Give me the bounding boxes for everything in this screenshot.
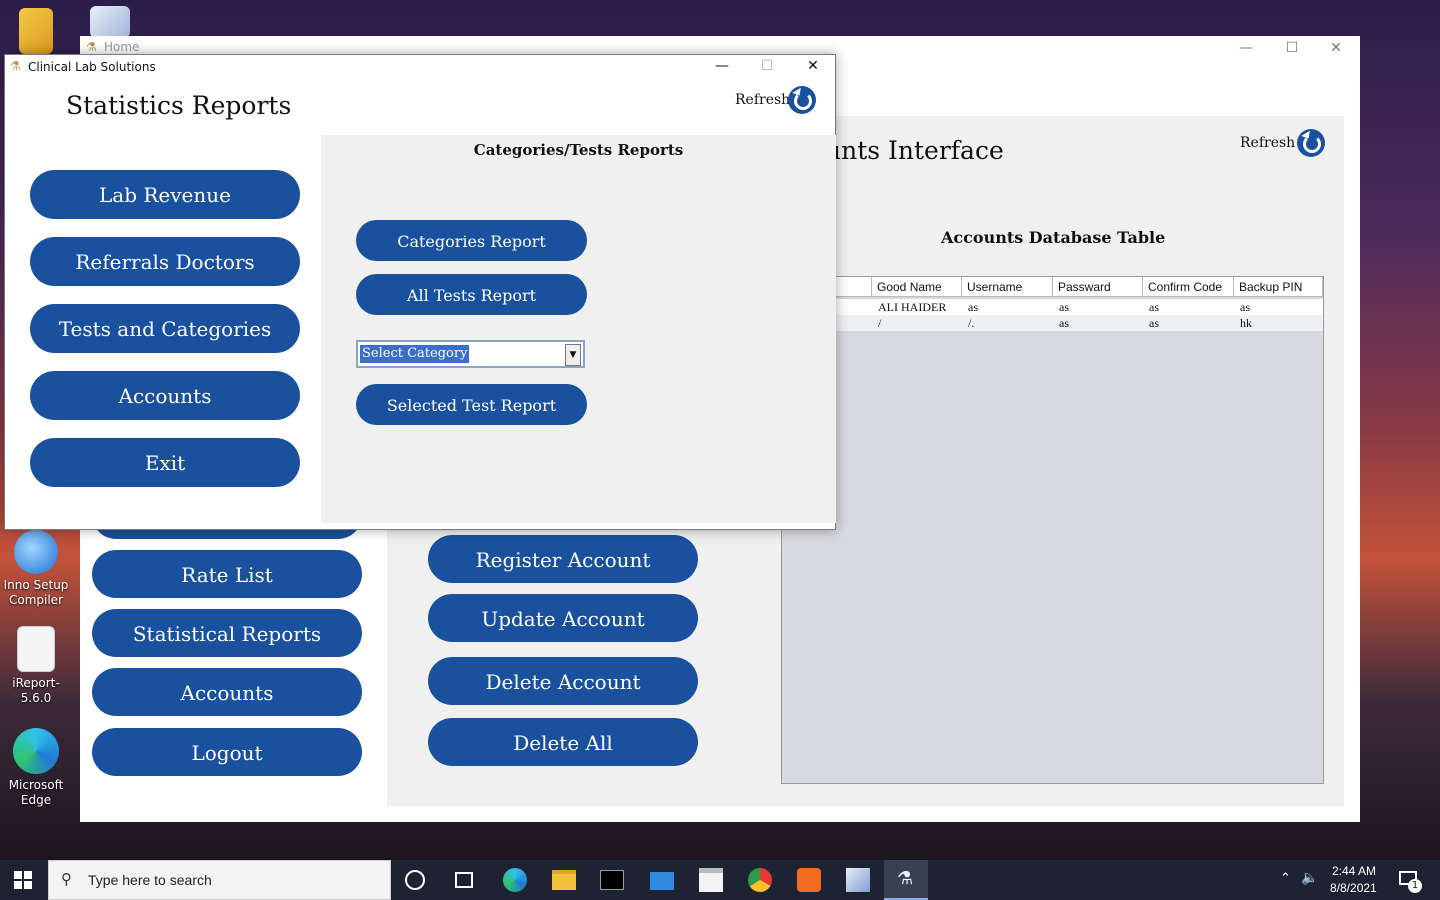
refresh-icon[interactable] — [1297, 129, 1325, 157]
all-tests-report-button[interactable]: All Tests Report — [356, 274, 587, 315]
ireport-icon — [17, 626, 55, 672]
desktop-icon-edge[interactable]: Microsoft Edge — [0, 728, 72, 808]
selected-test-report-button[interactable]: Selected Test Report — [356, 384, 587, 425]
selected-value: Select Category — [360, 345, 470, 363]
lab-app-icon: ⚗ — [897, 868, 914, 889]
home-window-title: Home — [104, 40, 140, 54]
clock-time[interactable]: 2:44 AM — [1332, 864, 1376, 878]
desktop-icon-inno-setup[interactable]: Inno Setup Compiler — [0, 530, 72, 608]
statistical-reports-button[interactable]: Statistical Reports — [92, 609, 362, 657]
column-header[interactable]: Backup PIN — [1234, 277, 1323, 297]
accounts-button[interactable]: Accounts — [30, 371, 300, 420]
delete-account-button[interactable]: Delete Account — [428, 657, 698, 705]
table-cell: hk — [1240, 316, 1252, 330]
table-cell: as — [1149, 300, 1159, 314]
rate-list-button[interactable]: Rate List — [92, 550, 362, 598]
inno-setup-icon — [14, 530, 58, 574]
categories-tests-panel: Categories/Tests Reports Categories Repo… — [321, 135, 836, 523]
referrals-doctors-button[interactable]: Referrals Doctors — [30, 237, 300, 286]
column-header[interactable]: Confirm Code — [1143, 277, 1234, 297]
table-cell: as — [1059, 300, 1069, 314]
volume-icon[interactable]: 🔈 — [1301, 870, 1318, 886]
page-title: unts Interface — [825, 136, 1004, 165]
desktop-icon-user-folder[interactable] — [0, 8, 72, 58]
table-cell: as — [1240, 300, 1250, 314]
xampp-icon[interactable] — [797, 868, 821, 892]
refresh-label: Refresh — [1240, 135, 1296, 151]
page-title: Statistics Reports — [66, 91, 292, 120]
column-header[interactable]: Good Name — [872, 277, 962, 297]
tests-and-categories-button[interactable]: Tests and Categories — [30, 304, 300, 353]
close-button[interactable]: ✕ — [793, 56, 833, 76]
mail-icon[interactable] — [650, 872, 674, 890]
stats-window-title: Clinical Lab Solutions — [28, 60, 156, 74]
package-icon — [90, 6, 130, 38]
clock-date[interactable]: 8/8/2021 — [1330, 881, 1377, 895]
chevron-up-icon[interactable]: ⌃ — [1280, 871, 1291, 886]
table-cell: / — [878, 316, 882, 330]
user-folder-icon — [19, 8, 53, 54]
edge-icon[interactable] — [503, 868, 527, 892]
edge-icon — [13, 728, 59, 774]
table-cell: as — [1059, 316, 1069, 330]
maximize-button[interactable]: ☐ — [747, 56, 787, 76]
refresh-label: Refresh — [735, 92, 791, 108]
delete-all-button[interactable]: Delete All — [428, 718, 698, 766]
table-cell: ALI HAIDER — [878, 300, 947, 314]
table-cell: /. — [968, 316, 975, 330]
maximize-button[interactable]: ☐ — [1272, 38, 1312, 58]
statistics-window: ⚗ Clinical Lab Solutions — ☐ ✕ Statistic… — [4, 54, 836, 530]
accounts-table[interactable]: umb... Good Name Username Passward Confi… — [781, 276, 1324, 784]
logout-button[interactable]: Logout — [92, 728, 362, 776]
minimize-button[interactable]: — — [702, 56, 742, 76]
desktop-icon-label: iReport-5.6.0 — [12, 676, 60, 705]
minimize-button[interactable]: — — [1226, 38, 1266, 58]
update-account-button[interactable]: Update Account — [428, 594, 698, 642]
search-icon: ⚲ — [61, 870, 72, 888]
cortana-icon[interactable] — [405, 870, 425, 890]
windows-start-icon[interactable] — [14, 871, 32, 889]
file-explorer-icon[interactable] — [552, 870, 576, 890]
exit-button[interactable]: Exit — [30, 438, 300, 487]
desktop-icon-label: Inno Setup Compiler — [3, 578, 69, 607]
close-button[interactable]: ✕ — [1316, 38, 1356, 58]
desktop-icon-ireport[interactable]: iReport-5.6.0 — [0, 626, 72, 706]
column-header[interactable]: Username — [962, 277, 1053, 297]
app-icon: ⚗ — [10, 59, 21, 73]
table-cell: as — [1149, 316, 1159, 330]
chrome-icon[interactable] — [748, 868, 772, 892]
category-select[interactable]: Select Category ▼ — [356, 340, 585, 368]
terminal-icon[interactable] — [600, 870, 624, 890]
register-account-button[interactable]: Register Account — [428, 535, 698, 583]
chevron-down-icon[interactable]: ▼ — [565, 344, 581, 366]
taskbar-search[interactable]: ⚲ Type here to search — [48, 860, 391, 900]
notification-badge: 1 — [1408, 879, 1422, 893]
active-app-tab[interactable]: ⚗ — [884, 860, 928, 900]
categories-report-button[interactable]: Categories Report — [356, 220, 587, 261]
panel-title: Categories/Tests Reports — [473, 141, 684, 159]
store-icon[interactable] — [699, 868, 723, 892]
table-title: Accounts Database Table — [941, 228, 1166, 247]
package-icon[interactable] — [846, 868, 870, 892]
column-header[interactable]: Passward — [1053, 277, 1143, 297]
table-cell: as — [968, 300, 978, 314]
search-placeholder: Type here to search — [88, 872, 212, 888]
lab-revenue-button[interactable]: Lab Revenue — [30, 170, 300, 219]
app-icon: ⚗ — [86, 40, 97, 54]
refresh-icon[interactable] — [788, 86, 816, 114]
accounts-button[interactable]: Accounts — [92, 668, 362, 716]
task-view-icon[interactable] — [455, 872, 473, 888]
desktop-icon-label: Microsoft Edge — [8, 778, 64, 807]
